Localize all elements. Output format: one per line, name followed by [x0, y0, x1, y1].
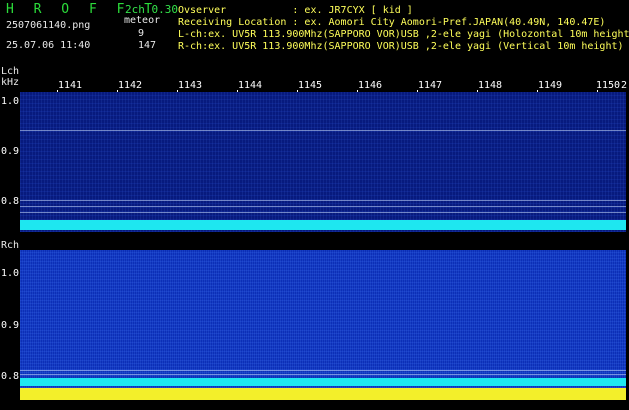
rch-carrier-band: [20, 378, 626, 386]
time-tick: 1144: [238, 80, 263, 91]
rch-config-line: R-ch:ex. UV5R 113.900Mhz(SAPPORO VOR)USB…: [178, 41, 624, 52]
location-line: Receiving Location : ex. Aomori City Aom…: [178, 17, 606, 28]
time-tick: 1150: [596, 80, 621, 91]
file-datetime: 25.07.06 11:40: [6, 40, 91, 51]
rch-label: Rch: [1, 240, 20, 251]
time-tick: 1141: [58, 80, 83, 91]
time-tick: 1147: [418, 80, 443, 91]
time-tick: 1146: [358, 80, 383, 91]
lch-spectrogram: [20, 92, 626, 232]
rch-signal-band: [20, 388, 626, 400]
meteor-label: meteor: [124, 15, 161, 26]
lch-ytick: 1.0: [1, 96, 20, 107]
time-tick: 1145: [298, 80, 323, 91]
khz-unit-label: kHz: [1, 77, 20, 88]
lch-ytick: 0.9: [1, 146, 20, 157]
file-name: 2507061140.png: [6, 20, 91, 31]
meteor-count-rch: 147: [138, 40, 157, 51]
lch-carrier-band: [20, 220, 626, 230]
rch-ytick: 1.0: [1, 268, 20, 279]
observer-line: Ovserver : ex. JR7CYX [ kid ]: [178, 5, 413, 16]
time-tick: 1143: [178, 80, 203, 91]
meteor-count-lch: 9: [138, 28, 145, 39]
edge-tick: 2: [621, 80, 628, 91]
time-tick: 1148: [478, 80, 503, 91]
time-tick: 1149: [538, 80, 563, 91]
time-tick: 1142: [118, 80, 143, 91]
lch-ytick: 0.8: [1, 196, 20, 207]
rch-ytick: 0.8: [1, 371, 20, 382]
rch-ytick: 0.9: [1, 320, 20, 331]
lch-config-line: L-ch:ex. UV5R 113.900Mhz(SAPPORO VOR)USB…: [178, 29, 629, 40]
